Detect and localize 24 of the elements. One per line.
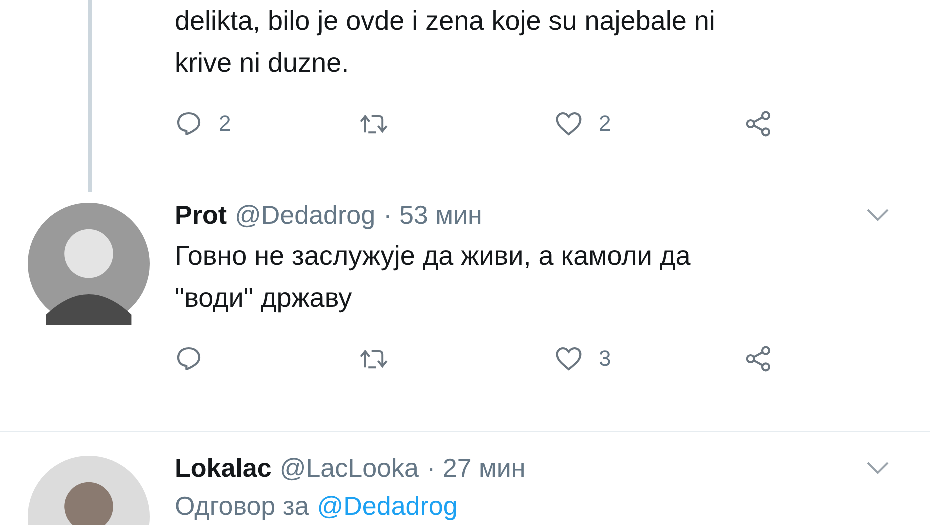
tweet-text: Говно не заслужује да живи, а камоли да (175, 240, 692, 273)
share-icon[interactable] (745, 345, 773, 373)
tweet-text: delikta, bilo je ovde i zena koje su najebale ni (175, 5, 716, 38)
chevron-icon[interactable] (866, 208, 890, 222)
avatar[interactable] (28, 203, 150, 325)
reply-label: Одговор за (175, 490, 310, 523)
timestamp: · 53 мин (384, 200, 482, 230)
user-handle[interactable]: @LacLooka (280, 452, 419, 484)
user-handle[interactable]: @Dedadrog (235, 200, 376, 230)
like-count: 3 (599, 346, 612, 372)
user-name[interactable]: Prot (175, 200, 227, 230)
heart-icon[interactable] (555, 110, 583, 138)
heart-icon[interactable] (555, 345, 583, 373)
reply-icon[interactable] (175, 345, 203, 373)
chevron-icon[interactable] (866, 461, 890, 475)
tweet-text: krive ni duzne. (175, 47, 350, 80)
mention-link[interactable]: @Dedadrog (317, 488, 458, 524)
tweet-text: "води" државу (175, 282, 354, 315)
reply-icon[interactable] (175, 110, 203, 138)
timestamp: · 27 мин (426, 452, 526, 484)
user-name[interactable]: Lokalac (175, 452, 272, 484)
share-icon[interactable] (745, 110, 773, 138)
reply-count: 2 (219, 111, 232, 137)
like-count: 2 (599, 111, 612, 137)
